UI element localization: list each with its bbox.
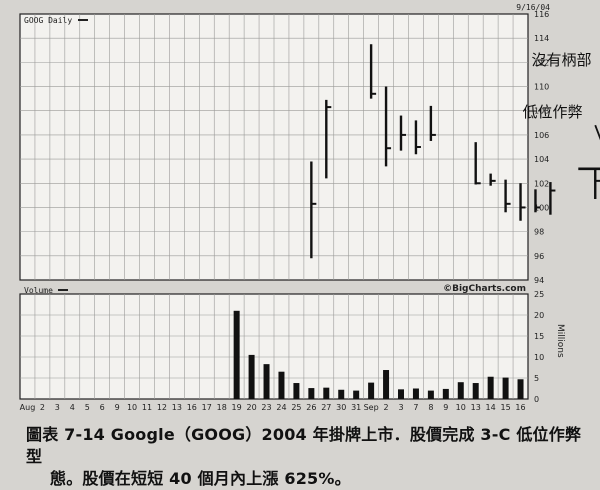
x-tick-label: 18 [217,403,227,412]
x-tick-label: 9 [443,403,448,412]
x-tick-label: 13 [172,403,182,412]
price-tick-label: 98 [534,228,544,237]
chart-figure: 949698100102104106108110112114116 GOOG D… [19,3,600,412]
annotation-arrow-low-cheat [594,124,600,141]
price-tick-label: 106 [534,131,549,140]
x-tick-label: 10 [127,403,137,412]
volume-bar [293,383,300,399]
x-tick-label: 15 [500,403,510,412]
x-tick-label: 9 [115,403,120,412]
x-tick-label: 16 [187,403,197,412]
x-tick-label: Aug [20,403,36,412]
x-tick-label: 10 [456,403,466,412]
volume-tick-label: 15 [534,332,544,341]
price-tick-label: 102 [534,179,549,188]
volume-bar [427,390,434,399]
volume-bar [502,377,509,399]
x-axis-labels: Aug 2 3 4 5 6 9 10 11 12 13 16 17 18 19 20 23 24 25 26 27 30 3… [20,403,526,412]
x-tick-label: 17 [202,403,212,412]
caption-line-2: 態。股價在短短 40 個月內上漲 625%。 [50,469,351,488]
x-tick-label: 24 [276,403,286,412]
x-tick-label: 3 [55,403,60,412]
x-tick-label: 30 [336,403,346,412]
caption-line-1: 圖表 7-14 Google（GOOG）2004 年掛牌上市．股價完成 3-C … [26,425,582,466]
x-tick-label: 3 [398,403,403,412]
volume-bar [353,390,360,399]
x-tick-label: Sep [364,403,379,412]
chart-date-label: 9/16/04 [516,3,550,12]
x-tick-label: 11 [142,403,152,412]
x-tick-label: 7 [413,403,418,412]
volume-bar [412,388,419,399]
x-tick-label: 12 [157,403,167,412]
x-tick-label: 23 [261,403,271,412]
price-tick-label: 94 [534,276,544,285]
x-tick-label: 26 [306,403,316,412]
volume-bar [248,354,255,399]
price-chart-title: GOOG Daily [24,16,72,25]
volume-tick-label: 10 [534,353,544,362]
volume-bar [323,387,330,399]
price-tick-label: 114 [534,34,549,43]
x-tick-label: 31 [351,403,361,412]
volume-bar [487,376,494,399]
volume-bar [368,382,375,399]
volume-bar [263,364,270,399]
volume-tick-label: 20 [534,311,544,320]
volume-bar [517,379,524,399]
x-tick-label: 27 [321,403,331,412]
x-tick-label: 2 [40,403,45,412]
x-tick-label: 16 [515,403,525,412]
volume-tick-label: 25 [534,290,544,299]
figure-caption: 圖表 7-14 Google（GOOG）2004 年掛牌上市．股價完成 3-C … [26,424,586,490]
price-tick-label: 96 [534,252,544,261]
x-tick-label: 13 [471,403,481,412]
x-tick-label: 2 [384,403,389,412]
volume-tick-label: 0 [534,395,539,404]
x-tick-label: 25 [291,403,301,412]
volume-bar [338,389,345,399]
x-tick-label: 14 [486,403,496,412]
price-tick-label: 110 [534,83,549,92]
volume-bar [457,382,464,399]
volume-bar [383,370,390,399]
volume-bar [233,310,240,399]
annotation-label-no-handle: 沒有柄部 [531,51,591,69]
annotation-label-low-cheat: 低位作弊 [523,103,583,121]
x-tick-label: 5 [85,403,90,412]
x-tick-label: 6 [100,403,105,412]
volume-y-axis: 0 5 10 15 20 25 [534,290,544,404]
x-tick-label: 4 [70,403,75,412]
volume-bar [278,371,285,399]
volume-bar [398,389,404,399]
x-tick-label: 19 [232,403,242,412]
volume-chart-title: Volume [24,286,53,295]
volume-tick-label: 5 [534,374,539,383]
x-tick-label: 20 [246,403,256,412]
volume-bar [472,383,479,399]
volume-bar [308,388,315,399]
x-tick-label: 8 [428,403,433,412]
price-tick-label: 104 [534,155,549,164]
volume-bar [442,388,449,399]
volume-y-axis-label: Millions [555,324,565,358]
annotations: 低位作弊 沒有柄部 [523,51,600,171]
volume-source-label: ©BigCharts.com [443,284,526,294]
